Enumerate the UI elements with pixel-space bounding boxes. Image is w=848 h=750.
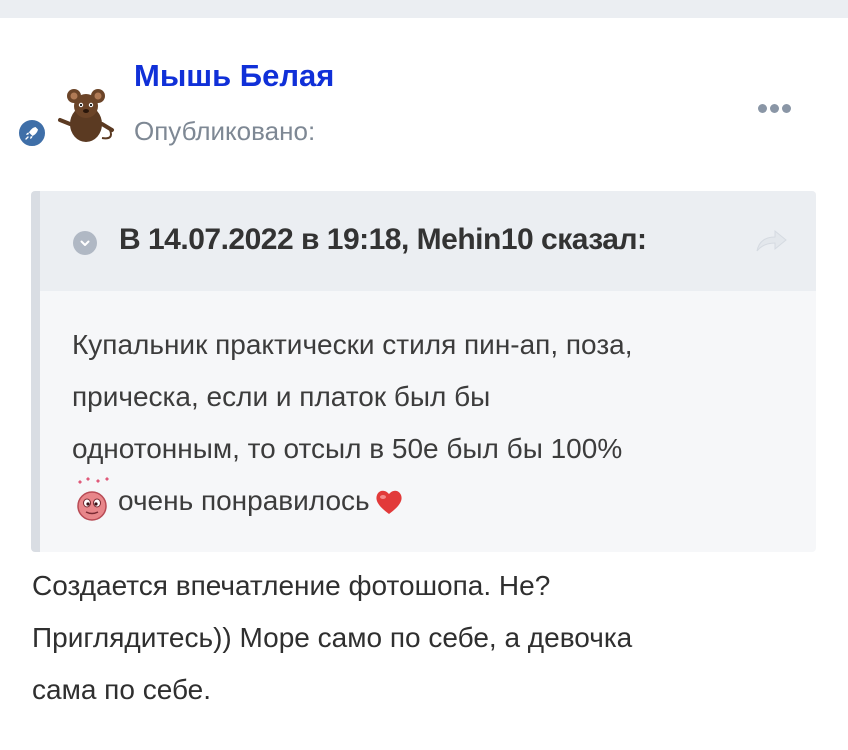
author-avatar-block[interactable] [16,76,120,166]
chevron-down-icon[interactable] [73,231,97,255]
top-divider [0,0,848,18]
quote-citation[interactable]: В 14.07.2022 в 19:18, Mehin10 сказал: [119,223,647,257]
quote-line-last: очень понравилось [72,475,792,527]
quote-line: однотонным, то отсыл в 50е был бы 100% [72,433,623,464]
heart-icon [374,481,404,514]
quote-body: Купальник практически стиля пин-ап, поза… [72,319,792,527]
rocket-icon[interactable] [16,117,48,149]
post-line: сама по себе. [32,674,212,705]
quote-header: В 14.07.2022 в 19:18, Mehin10 сказал: [40,191,816,291]
menu-dot [770,103,779,113]
menu-dot [782,103,791,113]
published-label: Опубликовано: [134,116,316,146]
post-line: Создается впечатление фотошопа. Не? [32,570,551,601]
post-body-text: Создается впечатление фотошопа. Не? Приг… [32,560,812,716]
blushing-face-icon [72,476,114,522]
quote-block: В 14.07.2022 в 19:18, Mehin10 сказал: Ку… [31,191,816,552]
quote-last-text: очень понравилось [118,485,370,516]
more-icon[interactable] [758,102,794,114]
quote-line: Купальник практически стиля пин-ап, поза… [72,329,633,360]
forum-post: Мышь Белая Опубликовано: В 14.07.2022 в … [0,18,848,750]
post-line: Приглядитесь)) Море само по себе, а дево… [32,622,633,653]
quote-line: прическа, если и платок был бы [72,381,491,412]
mouse-avatar-icon[interactable] [50,80,120,150]
share-arrow-icon[interactable] [753,225,789,255]
author-name-link[interactable]: Мышь Белая [134,58,334,94]
menu-dot [758,103,767,113]
